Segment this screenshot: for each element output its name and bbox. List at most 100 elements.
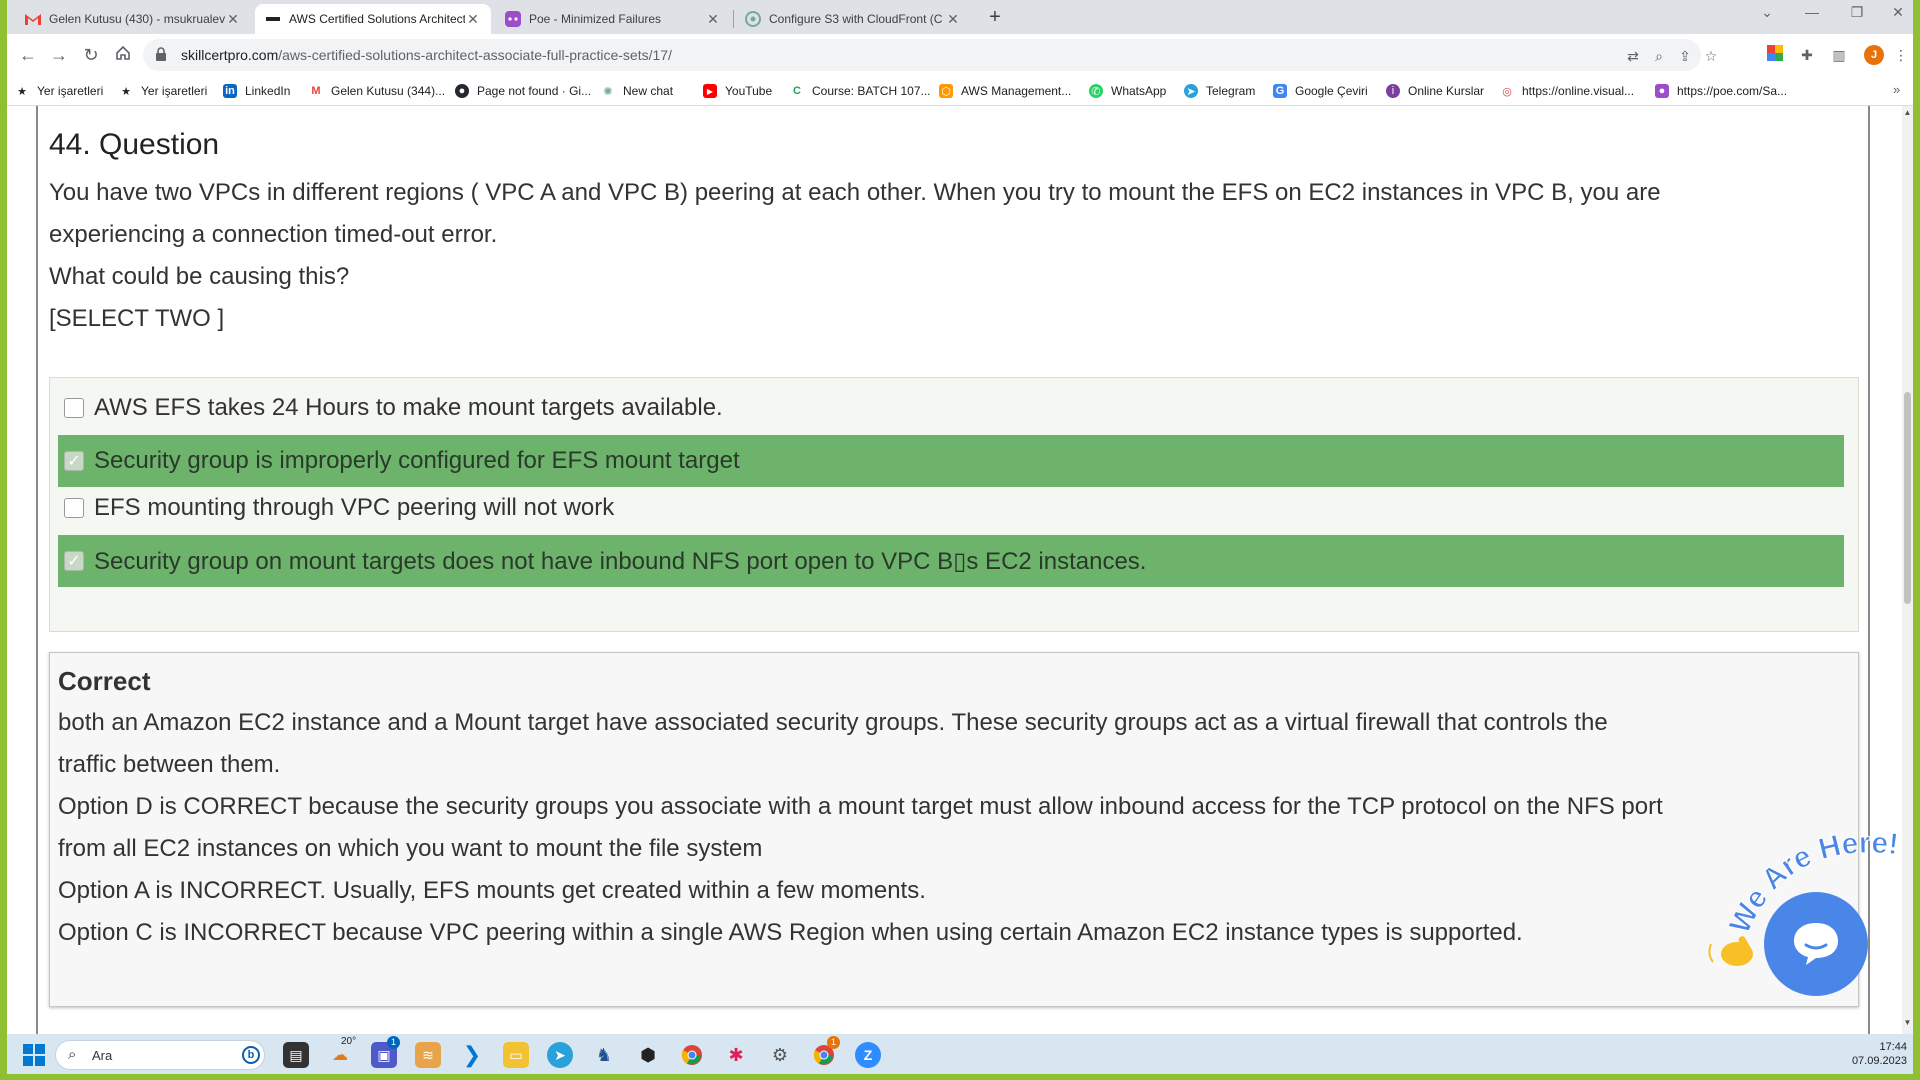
extensions-puzzle-icon[interactable]: ✚	[1797, 45, 1817, 65]
tab-poe[interactable]: Poe - Minimized Failures ✕	[495, 4, 731, 34]
bookmark-item[interactable]: ⬡ AWS Management...	[939, 82, 1071, 100]
taskbar-search-placeholder: Ara	[92, 1048, 113, 1063]
bookmark-item[interactable]: ● Page not found · Gi...	[455, 82, 591, 100]
bookmark-item[interactable]: G Google Çeviri	[1273, 82, 1368, 100]
bookmark-item[interactable]: M Gelen Kutusu (344)...	[309, 82, 445, 100]
tab-chatgpt[interactable]: Configure S3 with CloudFront (C ✕	[735, 4, 971, 34]
clock-time: 17:44	[1879, 1041, 1907, 1053]
scroll-up-arrow-icon[interactable]: ▲	[1902, 108, 1913, 117]
answer-option-a[interactable]: AWS EFS takes 24 Hours to make mount tar…	[58, 382, 1844, 434]
extension-colorful-icon[interactable]	[1765, 45, 1785, 65]
bookmark-item[interactable]: ● https://poe.com/Sa...	[1655, 82, 1787, 100]
zoom-icon[interactable]: ⌕	[1649, 46, 1669, 66]
question-line: You have two VPCs in different regions (…	[49, 179, 1661, 206]
answer-option-b[interactable]: ✓ Security group is improperly configure…	[58, 435, 1844, 487]
answer-option-d[interactable]: ✓ Security group on mount targets does n…	[58, 535, 1844, 587]
taskbar-search[interactable]: ⌕ Ara b	[55, 1040, 265, 1070]
bookmark-item[interactable]: ✺ New chat	[601, 82, 673, 100]
bookmark-label: Google Çeviri	[1295, 84, 1368, 98]
tab-skillcertpro[interactable]: AWS Certified Solutions Architect ✕	[255, 4, 491, 34]
tab-search-chevron-icon[interactable]: ⌄	[1752, 4, 1782, 21]
bookmark-star-icon[interactable]: ☆	[1701, 46, 1721, 66]
poe-icon: ●	[1655, 84, 1669, 98]
answers-list: AWS EFS takes 24 Hours to make mount tar…	[49, 377, 1859, 632]
url-text[interactable]: skillcertpro.com/aws-certified-solutions…	[181, 47, 672, 63]
bookmark-item[interactable]: ★ Yer işaretleri	[119, 82, 207, 100]
bookmark-item[interactable]: in LinkedIn	[223, 82, 290, 100]
star-icon: ★	[17, 85, 27, 98]
close-tab-icon[interactable]: ✕	[465, 11, 481, 28]
chatgpt-icon: ✺	[603, 85, 613, 98]
tab-gmail[interactable]: Gelen Kutusu (430) - msukrualev ✕	[15, 4, 251, 34]
bookmark-item[interactable]: ◎ https://online.visual...	[1500, 82, 1634, 100]
bookmark-label: AWS Management...	[961, 84, 1072, 98]
bookmark-item[interactable]: ★ Yer işaretleri	[15, 82, 103, 100]
answer-checkbox-checked[interactable]: ✓	[64, 551, 84, 571]
home-icon[interactable]	[111, 43, 135, 67]
bookmark-item[interactable]: ▶ YouTube	[703, 82, 772, 100]
close-tab-icon[interactable]: ✕	[945, 11, 961, 28]
close-tab-icon[interactable]: ✕	[705, 11, 721, 28]
translate-icon[interactable]: ⇄	[1623, 46, 1643, 66]
file-explorer-icon[interactable]: ▭	[503, 1042, 529, 1068]
bing-icon[interactable]: b	[242, 1046, 260, 1064]
more-bookmarks-icon[interactable]: »	[1893, 82, 1900, 97]
youtube-icon: ▶	[703, 84, 717, 98]
scrollbar-thumb[interactable]	[1904, 392, 1911, 604]
forward-icon[interactable]: →	[47, 43, 71, 67]
bookmark-item[interactable]: ✆ WhatsApp	[1089, 82, 1166, 100]
teams-icon[interactable]: ▣ 1	[371, 1036, 400, 1068]
lock-icon[interactable]	[155, 47, 167, 61]
aws-icon: ⬡	[939, 84, 953, 98]
vscode-icon[interactable]: ❯	[459, 1042, 485, 1068]
cube-app-icon[interactable]: ⬢	[635, 1042, 661, 1068]
close-tab-icon[interactable]: ✕	[225, 11, 241, 28]
zoom-app-icon[interactable]: Z	[855, 1042, 881, 1068]
chrome-profile-icon[interactable]: 1	[811, 1036, 840, 1068]
new-tab-button[interactable]: +	[982, 6, 1008, 30]
bookmark-label: Gelen Kutusu (344)...	[331, 84, 446, 98]
weather-widget-icon[interactable]: ☁ 20°	[327, 1036, 356, 1068]
settings-gear-icon[interactable]: ⚙	[767, 1042, 793, 1068]
windows-start-icon[interactable]	[21, 1042, 47, 1068]
chrome-icon[interactable]	[679, 1042, 705, 1068]
browser-toolbar: ← → ↻ skillcertpro.com/aws-certified-sol…	[7, 34, 1913, 76]
slack-icon[interactable]: ✱	[723, 1042, 749, 1068]
answer-label: EFS mounting through VPC peering will no…	[94, 494, 615, 521]
question-title: 44. Question	[49, 128, 220, 161]
profile-avatar[interactable]: J	[1864, 45, 1884, 65]
share-icon[interactable]: ⇪	[1675, 46, 1695, 66]
address-bar[interactable]: skillcertpro.com/aws-certified-solutions…	[143, 39, 1717, 71]
telegram-taskbar-icon[interactable]: ➤	[547, 1042, 573, 1068]
question-text: You have two VPCs in different regions (…	[49, 172, 1859, 340]
close-window-button[interactable]: ✕	[1883, 4, 1913, 21]
weather-temperature: 20°	[341, 1036, 357, 1047]
answer-checkbox[interactable]	[64, 498, 84, 518]
bookmark-label: Course: BATCH 107...	[812, 84, 931, 98]
reload-icon[interactable]: ↻	[79, 43, 103, 67]
taskbar-clock[interactable]: 17:44 07.09.2023	[1817, 1040, 1907, 1068]
answer-label: Security group is improperly configured …	[94, 447, 740, 474]
bookmark-item[interactable]: i Online Kurslar	[1386, 82, 1484, 100]
bookmark-item[interactable]: ➤ Telegram	[1184, 82, 1255, 100]
task-view-icon[interactable]: ▤	[283, 1042, 309, 1068]
chat-launcher-button[interactable]	[1764, 892, 1868, 996]
answer-option-c[interactable]: EFS mounting through VPC peering will no…	[58, 482, 1844, 534]
answer-checkbox-checked[interactable]: ✓	[64, 451, 84, 471]
github-icon: ●	[455, 84, 469, 98]
content-left-border	[36, 106, 38, 1034]
back-icon[interactable]: ←	[16, 43, 40, 67]
tab-strip: Gelen Kutusu (430) - msukrualev ✕ AWS Ce…	[7, 0, 1913, 34]
minimize-button[interactable]: —	[1797, 4, 1827, 20]
stacked-app-icon[interactable]: ≋	[415, 1042, 441, 1068]
explanation-line: from all EC2 instances on which you want…	[58, 835, 763, 862]
bookmark-item[interactable]: C Course: BATCH 107...	[790, 82, 931, 100]
question-line: experiencing a connection timed-out erro…	[49, 221, 498, 248]
menu-kebab-icon[interactable]: ⋮	[1891, 45, 1911, 65]
restore-button[interactable]: ❐	[1842, 4, 1872, 21]
scroll-down-arrow-icon[interactable]: ▼	[1902, 1018, 1913, 1027]
mysql-workbench-icon[interactable]: ♞	[591, 1042, 617, 1068]
side-panel-icon[interactable]: ▥	[1829, 45, 1849, 65]
url-path: /aws-certified-solutions-architect-assoc…	[278, 47, 672, 63]
answer-checkbox[interactable]	[64, 398, 84, 418]
